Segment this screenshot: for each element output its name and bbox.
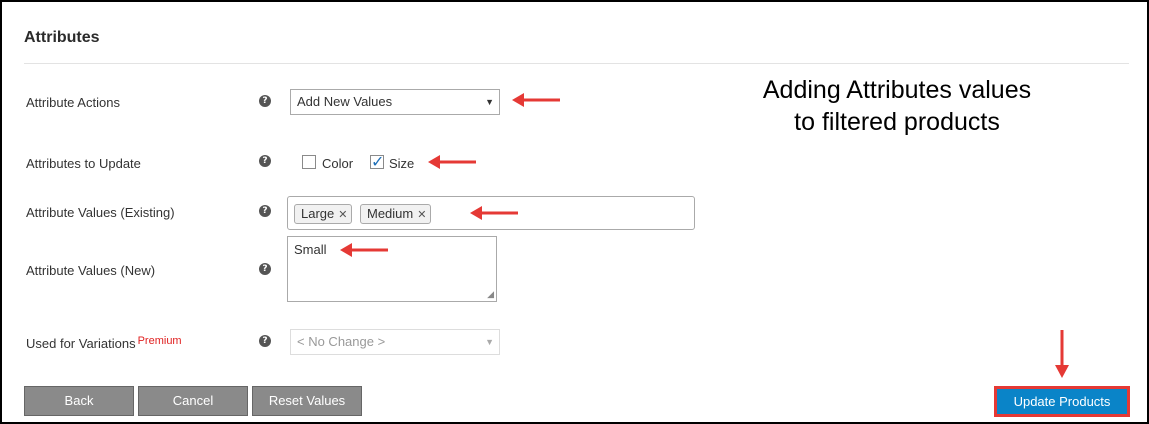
attributes-panel: Attributes Attribute Actions ? Add New V…: [0, 0, 1149, 424]
caret-down-icon: ▼: [485, 337, 494, 347]
help-icon[interactable]: ?: [259, 95, 271, 107]
red-arrow-icon: [512, 93, 560, 107]
remove-tag-icon[interactable]: ✕: [338, 209, 347, 221]
new-values-text: Small: [294, 242, 327, 257]
attribute-actions-select[interactable]: Add New Values ▼: [290, 89, 500, 115]
attributes-to-update-label: Attributes to Update: [26, 156, 141, 171]
reset-values-button[interactable]: Reset Values: [252, 386, 362, 416]
help-icon[interactable]: ?: [259, 205, 271, 217]
annotation-line-2: to filtered products: [794, 108, 1000, 136]
used-for-variations-select: < No Change > ▼: [290, 329, 500, 355]
existing-values-label: Attribute Values (Existing): [26, 205, 175, 220]
color-checkbox[interactable]: [302, 155, 316, 169]
red-arrow-icon: [1055, 330, 1069, 378]
red-arrow-icon: [470, 206, 518, 220]
resize-grip-icon[interactable]: ◢: [487, 289, 494, 300]
used-for-variations-value: < No Change >: [297, 334, 386, 349]
update-products-button[interactable]: Update Products: [994, 386, 1130, 417]
used-for-variations-text: Used for Variations: [26, 336, 136, 351]
help-icon[interactable]: ?: [259, 335, 271, 347]
caret-down-icon: ▼: [485, 97, 494, 107]
section-title: Attributes: [24, 29, 100, 46]
attribute-actions-value: Add New Values: [297, 94, 393, 109]
red-arrow-icon: [428, 155, 476, 169]
help-icon[interactable]: ?: [259, 155, 271, 167]
premium-badge: Premium: [137, 335, 182, 347]
section-divider: [24, 63, 1129, 64]
size-checkbox-label[interactable]: Size: [389, 156, 414, 171]
help-icon[interactable]: ?: [259, 263, 271, 275]
red-arrow-icon: [340, 243, 388, 257]
used-for-variations-label: Used for Variations Premium: [26, 335, 182, 351]
back-button[interactable]: Back: [24, 386, 134, 416]
new-values-label: Attribute Values (New): [26, 263, 156, 278]
tag-medium: Medium ✕: [360, 204, 432, 224]
new-values-textarea[interactable]: Small ◢: [287, 236, 497, 302]
remove-tag-icon[interactable]: ✕: [417, 209, 426, 221]
cancel-button[interactable]: Cancel: [138, 386, 248, 416]
tag-large-label: Large: [301, 206, 335, 221]
annotation-text: Adding Attributes values to filtered pro…: [722, 74, 1072, 138]
annotation-line-1: Adding Attributes values: [762, 76, 1032, 104]
attribute-actions-label: Attribute Actions: [26, 95, 120, 110]
color-checkbox-label[interactable]: Color: [322, 156, 353, 171]
tag-medium-label: Medium: [367, 206, 414, 221]
tag-large: Large ✕: [294, 204, 353, 224]
checkmark-icon: ✓: [371, 154, 385, 171]
size-checkbox[interactable]: ✓: [370, 154, 385, 171]
